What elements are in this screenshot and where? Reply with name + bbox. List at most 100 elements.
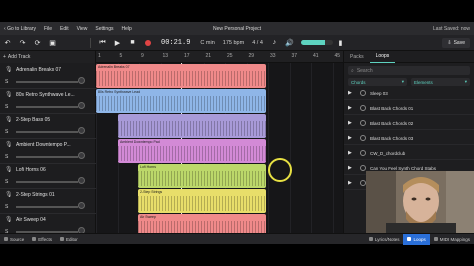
- microphone-icon[interactable]: 🎙: [5, 216, 13, 223]
- track-row[interactable]: 🎙 Adrenalin Breaks 07 S: [0, 63, 96, 89]
- pan-knob[interactable]: [78, 152, 85, 159]
- menu-file[interactable]: File: [40, 26, 56, 32]
- audio-clip[interactable]: Lofi Horns: [138, 164, 266, 188]
- track-volume-fader[interactable]: [16, 156, 78, 158]
- volume-icon[interactable]: 🔊: [284, 38, 295, 48]
- menu-settings[interactable]: Settings: [91, 26, 117, 32]
- loop-icon[interactable]: ⟳: [32, 38, 43, 48]
- track-volume-fader[interactable]: [16, 106, 78, 108]
- microphone-icon[interactable]: 🎙: [5, 66, 13, 73]
- bar-gridline: [268, 63, 269, 233]
- audio-clip[interactable]: Ambient Downtempo Pad: [118, 139, 266, 163]
- source-button[interactable]: Source: [0, 237, 28, 242]
- stop-icon[interactable]: ■: [127, 38, 138, 48]
- pan-knob[interactable]: [78, 102, 85, 109]
- pan-knob[interactable]: [78, 177, 85, 184]
- timeline-ruler[interactable]: 1 5 9 13 17 21 25 29 33 37 41 45: [96, 51, 343, 63]
- pan-knob[interactable]: [78, 127, 85, 134]
- track-row[interactable]: 🎙 2-Step Strings 01 S: [0, 188, 96, 214]
- loop-name: CW_D_chordclub: [370, 150, 406, 156]
- menu-view[interactable]: View: [73, 26, 92, 32]
- solo-button[interactable]: S: [5, 79, 8, 85]
- lyrics-icon: [368, 237, 373, 241]
- favorite-icon[interactable]: [360, 135, 366, 141]
- midi-mappings-button[interactable]: MIDI Mappings: [430, 237, 474, 242]
- favorite-icon[interactable]: [360, 105, 366, 111]
- favorite-icon[interactable]: [360, 150, 366, 156]
- play-icon[interactable]: ▶: [112, 38, 123, 48]
- time-signature[interactable]: 4 / 4: [252, 40, 263, 46]
- undo-icon[interactable]: ↶: [2, 38, 13, 48]
- filter-chords[interactable]: Chords ▾: [348, 78, 407, 86]
- editor-button[interactable]: Editor: [56, 237, 82, 242]
- menu-help[interactable]: Help: [117, 26, 135, 32]
- solo-button[interactable]: S: [5, 129, 8, 135]
- loop-list-item[interactable]: ▶ Blast Back Chords 02: [344, 117, 474, 130]
- loop-search-input[interactable]: ⌕ Search: [348, 66, 470, 75]
- track-volume-fader[interactable]: [16, 131, 78, 133]
- solo-button[interactable]: S: [5, 154, 8, 160]
- track-volume-fader[interactable]: [16, 181, 78, 183]
- tempo-display[interactable]: 175 bpm: [223, 40, 244, 46]
- loop-list-item[interactable]: ▶ Sleep 03: [344, 87, 474, 100]
- favorite-icon[interactable]: [360, 90, 366, 96]
- pan-knob[interactable]: [78, 202, 85, 209]
- loop-list-item[interactable]: ▶ CW_D_chordclub: [344, 147, 474, 160]
- audio-clip[interactable]: 80s Retro Synthwave Lead: [96, 89, 266, 113]
- ruler-mark: 17: [184, 53, 190, 59]
- metronome-icon[interactable]: ▣: [47, 38, 58, 48]
- play-icon[interactable]: ▶: [348, 90, 356, 96]
- clip-waveform: [96, 96, 266, 111]
- solo-button[interactable]: S: [5, 179, 8, 185]
- skip-back-icon[interactable]: ⏮: [97, 38, 108, 48]
- microphone-icon[interactable]: 🎙: [5, 141, 13, 148]
- favorite-icon[interactable]: [360, 120, 366, 126]
- panel-tabs: Packs Loops: [344, 51, 474, 63]
- track-volume-fader[interactable]: [16, 81, 78, 83]
- levels-icon[interactable]: ▮: [335, 38, 346, 48]
- pan-knob[interactable]: [78, 77, 85, 84]
- loops-button[interactable]: Loops: [403, 233, 430, 245]
- microphone-icon[interactable]: 🎙: [5, 116, 13, 123]
- loops-icon: [407, 237, 412, 241]
- play-icon[interactable]: ▶: [348, 150, 356, 156]
- play-icon[interactable]: ▶: [348, 105, 356, 111]
- play-icon[interactable]: ▶: [348, 180, 356, 186]
- audio-clip[interactable]: [118, 114, 266, 138]
- microphone-icon[interactable]: 🎙: [5, 91, 13, 98]
- menu-edit[interactable]: Edit: [56, 26, 73, 32]
- tab-packs[interactable]: Packs: [344, 51, 370, 63]
- save-button[interactable]: ⇩ Save: [442, 38, 470, 48]
- arrangement-lanes[interactable]: Adrenalin Breaks 07 80s Retro Synthwave L…: [96, 63, 343, 233]
- track-row[interactable]: 🎙 Lofi Horns 06 S: [0, 163, 96, 189]
- play-icon[interactable]: ▶: [348, 165, 356, 171]
- track-row[interactable]: 🎙 2-Step Bass 05 S: [0, 113, 96, 139]
- track-row[interactable]: 🎙 80s Retro Synthwave Le... S: [0, 88, 96, 114]
- play-icon[interactable]: ▶: [348, 120, 356, 126]
- loop-list-item[interactable]: ▶ Blast Back Chords 03: [344, 132, 474, 145]
- record-icon[interactable]: [142, 38, 153, 48]
- key-selector[interactable]: C min: [200, 40, 214, 46]
- master-volume-slider[interactable]: [300, 40, 333, 45]
- track-volume-fader[interactable]: [16, 206, 78, 208]
- microphone-icon[interactable]: 🎙: [5, 166, 13, 173]
- audio-clip[interactable]: Adrenalin Breaks 07: [96, 64, 266, 88]
- volume-fill: [300, 40, 325, 45]
- filter-elements[interactable]: Elements ▾: [411, 78, 470, 86]
- lyrics-notes-button[interactable]: Lyrics/Notes: [365, 237, 404, 242]
- effects-button[interactable]: Effects: [28, 237, 56, 242]
- audio-clip[interactable]: Air Sweep: [138, 214, 266, 233]
- microphone-icon[interactable]: 🎙: [5, 191, 13, 198]
- redo-icon[interactable]: ↷: [17, 38, 28, 48]
- tab-loops[interactable]: Loops: [369, 51, 396, 63]
- add-track-button[interactable]: + Add Track: [0, 51, 96, 63]
- tuner-icon[interactable]: ♪: [269, 38, 280, 48]
- solo-button[interactable]: S: [5, 204, 8, 210]
- track-row[interactable]: 🎙 Ambient Downtempo P... S: [0, 138, 96, 164]
- audio-clip[interactable]: 2-Step Strings: [138, 189, 266, 213]
- solo-button[interactable]: S: [5, 104, 8, 110]
- play-icon[interactable]: ▶: [348, 135, 356, 141]
- ruler-mark: 29: [248, 53, 255, 59]
- loop-list-item[interactable]: ▶ Blast Back Chords 01: [344, 102, 474, 115]
- go-to-library-link[interactable]: ‹ Go to Library: [0, 26, 40, 32]
